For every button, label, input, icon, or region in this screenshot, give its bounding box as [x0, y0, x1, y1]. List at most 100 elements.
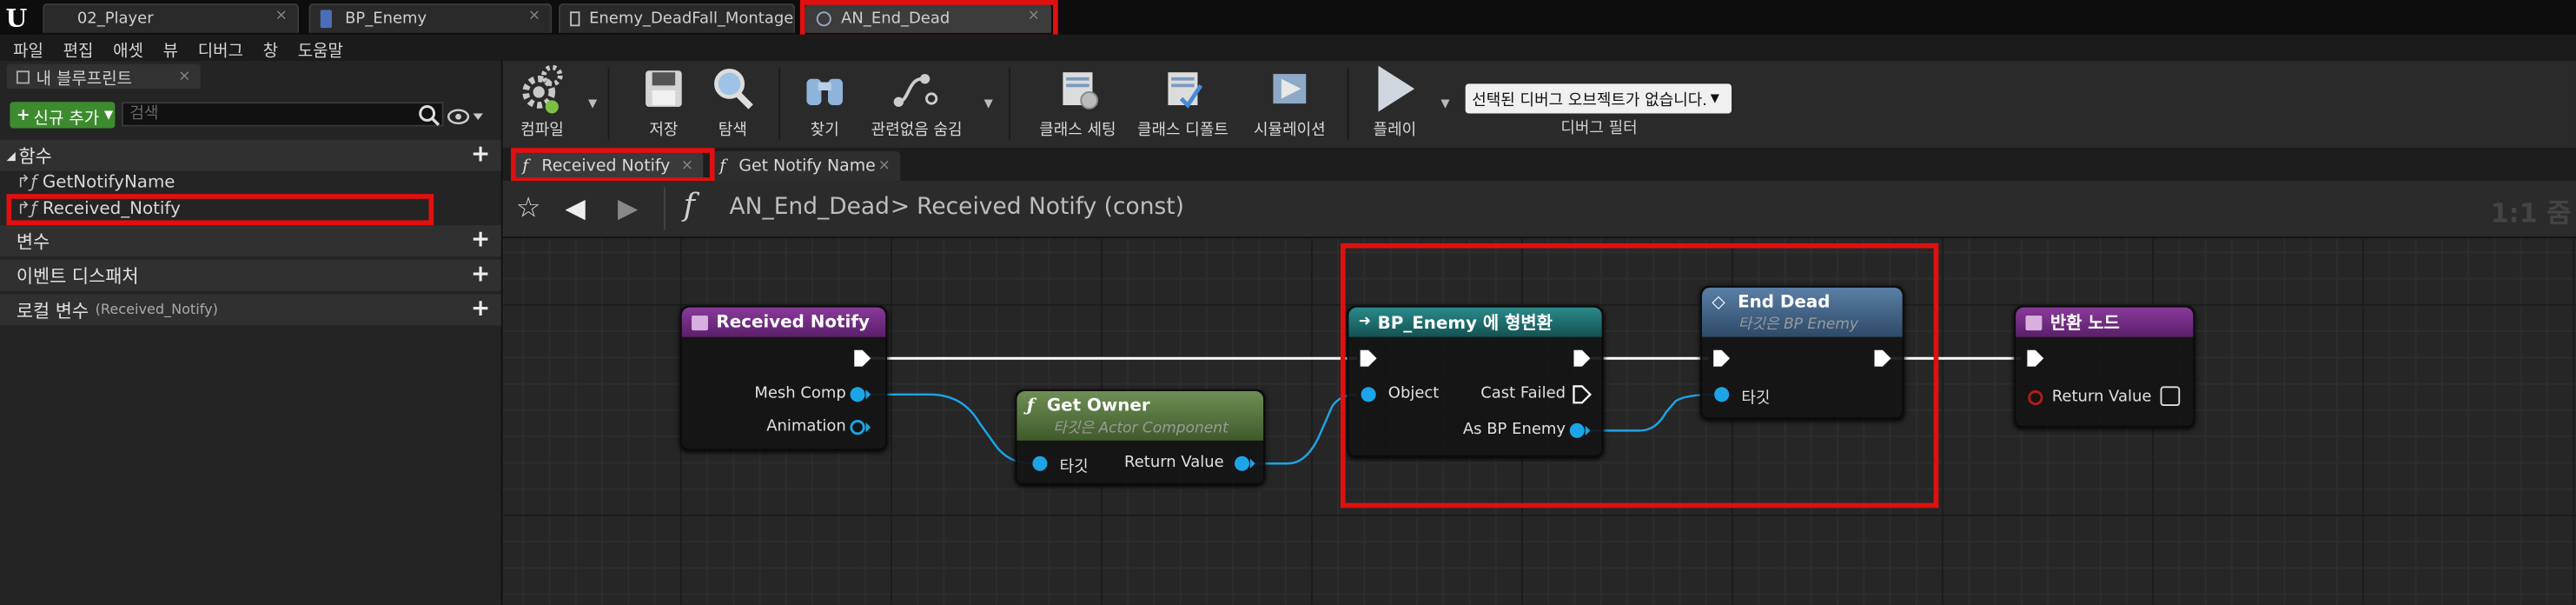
play-options-chevron-icon[interactable]: ▼: [1440, 97, 1449, 110]
return-value-checkbox[interactable]: [2160, 386, 2181, 407]
chevron-down-icon: ▼: [1710, 91, 1719, 106]
functions-header-label: 함수: [18, 145, 52, 167]
doc-tab-montage[interactable]: Enemy_DeadFall_Montage: [558, 3, 796, 33]
as-bp-enemy-pin[interactable]: [1569, 421, 1592, 441]
function-item-received-notify[interactable]: ↱ƒ Received_Notify: [17, 199, 181, 219]
cast-to-bp-enemy-node[interactable]: ➜ BP_Enemy 에 형변환 Object Cast Failed As B…: [1347, 305, 1604, 457]
play-button[interactable]: 플레이: [1363, 61, 1426, 148]
zoom-level: 1:1 줌: [2490, 196, 2572, 229]
unreal-logo-icon[interactable]: U: [0, 0, 33, 35]
close-icon[interactable]: ×: [275, 8, 288, 24]
mesh-comp-pin[interactable]: [850, 384, 872, 404]
close-icon[interactable]: ×: [528, 8, 540, 24]
compile-gear-icon: [516, 61, 569, 116]
browse-button[interactable]: 탐색: [706, 61, 759, 148]
back-arrow-icon[interactable]: ◀: [565, 192, 585, 223]
return-node-icon: [2025, 315, 2043, 330]
graph-tab-label: Received Notify: [541, 156, 671, 176]
doc-tab-label: AN_End_Dead: [841, 10, 950, 29]
hide-unrelated-options-chevron-icon[interactable]: ▼: [984, 97, 993, 110]
end-dead-node[interactable]: ◇ End Dead 타깃은 BP Enemy 타깃: [1700, 286, 1904, 420]
add-local-variable-plus-icon[interactable]: +: [470, 297, 492, 320]
close-icon[interactable]: ×: [681, 158, 693, 175]
search-input[interactable]: 검색: [121, 102, 444, 127]
doc-tab-an-end-dead[interactable]: AN_End_Dead ×: [805, 3, 1052, 33]
search-icon[interactable]: [417, 103, 440, 126]
exec-in-pin[interactable]: [1712, 349, 1732, 369]
variables-header-label: 변수: [16, 230, 50, 253]
animation-pin[interactable]: [850, 417, 872, 437]
graph-tab-get-notify-name[interactable]: f Get Notify Name ×: [709, 150, 901, 181]
blueprint-editor-window: U 02_Player × BP_Enemy × Enemy_DeadFall_…: [0, 0, 2576, 605]
exec-in-pin[interactable]: [2025, 349, 2045, 369]
doc-tab-label: Enemy_DeadFall_Montage: [589, 10, 794, 29]
doc-tab-bp-enemy[interactable]: BP_Enemy ×: [308, 3, 553, 33]
toolbar: 컴파일 ▼ 저장 탐색 찾기 관련없음 숨김 ▼ 클래스 세팅 클래스 디폴트 …: [502, 60, 2576, 149]
node-subtitle: 타깃은 Actor Component: [1053, 421, 1228, 437]
target-in-pin[interactable]: [1030, 454, 1053, 474]
compile-options-chevron-icon[interactable]: ▼: [588, 97, 597, 110]
dispatchers-section-header[interactable]: 이벤트 디스패처 +: [0, 259, 501, 291]
favorite-star-icon[interactable]: ☆: [516, 192, 541, 225]
menu-edit[interactable]: 편집: [53, 36, 103, 60]
breadcrumb-asset[interactable]: AN_End_Dead: [730, 194, 890, 220]
return-value-pin[interactable]: [1234, 454, 1256, 474]
add-dispatcher-plus-icon[interactable]: +: [470, 263, 492, 286]
menu-view[interactable]: 뷰: [153, 36, 188, 60]
simulation-button[interactable]: 시뮬레이션: [1245, 61, 1334, 148]
menu-window[interactable]: 창: [253, 36, 288, 60]
override-function-icon: ↱ƒ: [16, 198, 37, 219]
add-variable-plus-icon[interactable]: +: [470, 229, 492, 251]
class-defaults-button[interactable]: 클래스 디폴트: [1134, 61, 1232, 148]
breadcrumb-function[interactable]: Received Notify (const): [917, 194, 1184, 220]
hide-unrelated-label: 관련없음 숨김: [871, 121, 963, 140]
exec-in-pin[interactable]: [1359, 349, 1379, 369]
search-placeholder: 검색: [129, 105, 159, 123]
cast-arrow-icon: ➜: [1358, 314, 1372, 331]
variables-section-header[interactable]: 변수 +: [0, 225, 501, 256]
exec-out-pin[interactable]: [852, 349, 872, 369]
blueprint-icon: [320, 10, 332, 29]
object-in-pin[interactable]: [1359, 384, 1379, 404]
menu-file[interactable]: 파일: [0, 36, 53, 60]
graph-tab-received-notify[interactable]: f Received Notify ×: [512, 150, 704, 181]
my-blueprint-tab[interactable]: 내 블루프린트 ×: [6, 63, 201, 90]
return-value-in-pin[interactable]: [2025, 388, 2045, 408]
forward-arrow-icon[interactable]: ▶: [618, 192, 638, 223]
debug-object-select[interactable]: 선택된 디버그 오브젝트가 없습니다. ▼: [1465, 83, 1732, 114]
function-item-getnotifyname[interactable]: ↱ƒ GetNotifyName: [17, 173, 175, 193]
close-icon[interactable]: ×: [878, 158, 891, 175]
add-function-plus-icon[interactable]: +: [470, 143, 492, 166]
local-variables-section-header[interactable]: 로컬 변수 (Received_Notify) +: [0, 294, 501, 326]
node-header: ➜ BP_Enemy 에 형변환: [1348, 307, 1602, 337]
cast-failed-exec-pin[interactable]: [1573, 384, 1593, 404]
received-notify-node[interactable]: Received Notify Mesh Comp Animation: [679, 305, 888, 451]
target-in-pin[interactable]: [1712, 384, 1732, 404]
toolbar-separator: [1347, 67, 1349, 140]
function-icon: f: [522, 156, 529, 176]
class-settings-button[interactable]: 클래스 세팅: [1031, 61, 1123, 148]
exec-out-pin[interactable]: [1873, 349, 1893, 369]
menu-help[interactable]: 도움말: [288, 36, 353, 60]
add-new-button[interactable]: + 신규 추가 ▼: [10, 102, 116, 129]
save-button[interactable]: 저장: [638, 61, 691, 148]
functions-section-header[interactable]: ◢ 함수 +: [0, 139, 501, 171]
close-icon[interactable]: ×: [178, 68, 190, 84]
menu-debug[interactable]: 디버그: [188, 36, 253, 60]
compile-button[interactable]: 컴파일: [509, 61, 575, 148]
menu-asset[interactable]: 애셋: [103, 36, 153, 60]
add-button-label: 신규 추가: [33, 109, 100, 128]
return-node[interactable]: 반환 노드 Return Value: [2014, 305, 2195, 428]
function-icon: f: [719, 156, 726, 176]
toolbar-separator: [778, 67, 781, 140]
hide-unrelated-button[interactable]: 관련없음 숨김: [867, 61, 965, 148]
find-button[interactable]: 찾기: [798, 61, 851, 148]
close-icon[interactable]: ×: [1028, 8, 1040, 24]
doc-tab-player[interactable]: 02_Player ×: [43, 3, 300, 33]
graph-canvas[interactable]: Received Notify Mesh Comp Animation ƒ Ge…: [502, 238, 2576, 605]
breadcrumb-chevron: >: [890, 194, 911, 221]
get-owner-node[interactable]: ƒ Get Owner 타깃은 Actor Component 타깃 Retur…: [1015, 389, 1265, 485]
exec-out-pin[interactable]: [1573, 349, 1593, 369]
view-options-eye-icon[interactable]: [447, 107, 486, 127]
simulation-label: 시뮬레이션: [1254, 121, 1326, 140]
